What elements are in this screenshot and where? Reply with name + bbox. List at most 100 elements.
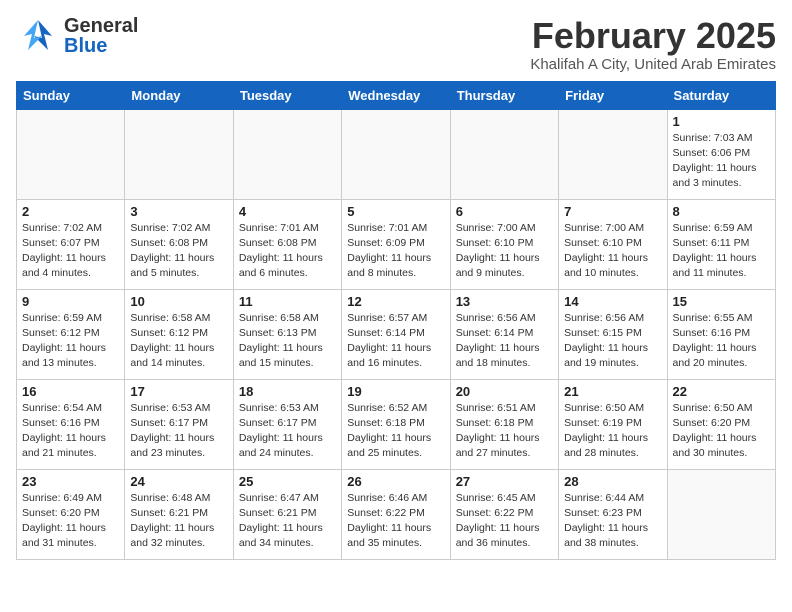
day-number: 24 bbox=[130, 474, 227, 489]
day-info: Sunrise: 7:02 AM Sunset: 6:08 PM Dayligh… bbox=[130, 221, 227, 282]
day-info: Sunrise: 6:44 AM Sunset: 6:23 PM Dayligh… bbox=[564, 491, 661, 552]
calendar-day-cell: 23 Sunrise: 6:49 AM Sunset: 6:20 PM Dayli… bbox=[17, 469, 125, 559]
day-info: Sunrise: 6:55 AM Sunset: 6:16 PM Dayligh… bbox=[673, 311, 770, 372]
weekday-header-monday: Monday bbox=[125, 81, 233, 109]
logo-blue-text: Blue bbox=[64, 36, 138, 56]
month-title: February 2025 bbox=[530, 16, 776, 56]
calendar-day-cell: 11 Sunrise: 6:58 AM Sunset: 6:13 PM Dayli… bbox=[233, 289, 341, 379]
calendar-day-cell: 8 Sunrise: 6:59 AM Sunset: 6:11 PM Daylig… bbox=[667, 199, 775, 289]
calendar-day-cell: 22 Sunrise: 6:50 AM Sunset: 6:20 PM Dayli… bbox=[667, 379, 775, 469]
calendar-day-cell: 5 Sunrise: 7:01 AM Sunset: 6:09 PM Daylig… bbox=[342, 199, 450, 289]
calendar-day-cell: 4 Sunrise: 7:01 AM Sunset: 6:08 PM Daylig… bbox=[233, 199, 341, 289]
day-info: Sunrise: 6:58 AM Sunset: 6:13 PM Dayligh… bbox=[239, 311, 336, 372]
day-info: Sunrise: 6:54 AM Sunset: 6:16 PM Dayligh… bbox=[22, 401, 119, 462]
day-info: Sunrise: 6:56 AM Sunset: 6:14 PM Dayligh… bbox=[456, 311, 553, 372]
day-number: 14 bbox=[564, 294, 661, 309]
day-info: Sunrise: 7:02 AM Sunset: 6:07 PM Dayligh… bbox=[22, 221, 119, 282]
calendar-day-cell: 25Sunrise: 6:47 AM Sunset: 6:21 PM Dayli… bbox=[233, 469, 341, 559]
day-info: Sunrise: 6:50 AM Sunset: 6:20 PM Dayligh… bbox=[673, 401, 770, 462]
day-info: Sunrise: 6:59 AM Sunset: 6:12 PM Dayligh… bbox=[22, 311, 119, 372]
logo-bird-icon bbox=[16, 16, 60, 56]
calendar-day-cell: 20Sunrise: 6:51 AM Sunset: 6:18 PM Dayli… bbox=[450, 379, 558, 469]
calendar-day-cell: 9 Sunrise: 6:59 AM Sunset: 6:12 PM Daylig… bbox=[17, 289, 125, 379]
day-number: 5 bbox=[347, 204, 444, 219]
calendar-day-cell: 27 Sunrise: 6:45 AM Sunset: 6:22 PM Dayli… bbox=[450, 469, 558, 559]
day-number: 7 bbox=[564, 204, 661, 219]
day-info: Sunrise: 7:00 AM Sunset: 6:10 PM Dayligh… bbox=[564, 221, 661, 282]
calendar-day-cell: 1Sunrise: 7:03 AM Sunset: 6:06 PM Daylig… bbox=[667, 109, 775, 199]
day-number: 11 bbox=[239, 294, 336, 309]
day-info: Sunrise: 7:01 AM Sunset: 6:08 PM Dayligh… bbox=[239, 221, 336, 282]
day-number: 9 bbox=[22, 294, 119, 309]
title-section: February 2025 Khalifah A City, United Ar… bbox=[530, 16, 776, 73]
calendar-day-cell bbox=[667, 469, 775, 559]
day-info: Sunrise: 6:46 AM Sunset: 6:22 PM Dayligh… bbox=[347, 491, 444, 552]
calendar-week-row: 9 Sunrise: 6:59 AM Sunset: 6:12 PM Daylig… bbox=[17, 289, 776, 379]
calendar-day-cell: 7 Sunrise: 7:00 AM Sunset: 6:10 PM Daylig… bbox=[559, 199, 667, 289]
day-number: 15 bbox=[673, 294, 770, 309]
calendar-day-cell: 16 Sunrise: 6:54 AM Sunset: 6:16 PM Dayli… bbox=[17, 379, 125, 469]
calendar-day-cell: 13 Sunrise: 6:56 AM Sunset: 6:14 PM Dayli… bbox=[450, 289, 558, 379]
calendar-table: SundayMondayTuesdayWednesdayThursdayFrid… bbox=[16, 81, 776, 560]
calendar-week-row: 2 Sunrise: 7:02 AM Sunset: 6:07 PM Daylig… bbox=[17, 199, 776, 289]
calendar-day-cell: 3 Sunrise: 7:02 AM Sunset: 6:08 PM Daylig… bbox=[125, 199, 233, 289]
calendar-day-cell: 28Sunrise: 6:44 AM Sunset: 6:23 PM Dayli… bbox=[559, 469, 667, 559]
calendar-day-cell bbox=[17, 109, 125, 199]
day-info: Sunrise: 6:45 AM Sunset: 6:22 PM Dayligh… bbox=[456, 491, 553, 552]
calendar-day-cell bbox=[125, 109, 233, 199]
calendar-day-cell: 15 Sunrise: 6:55 AM Sunset: 6:16 PM Dayli… bbox=[667, 289, 775, 379]
day-number: 13 bbox=[456, 294, 553, 309]
day-number: 19 bbox=[347, 384, 444, 399]
day-info: Sunrise: 6:48 AM Sunset: 6:21 PM Dayligh… bbox=[130, 491, 227, 552]
day-number: 18 bbox=[239, 384, 336, 399]
weekday-header-saturday: Saturday bbox=[667, 81, 775, 109]
calendar-day-cell: 19 Sunrise: 6:52 AM Sunset: 6:18 PM Dayli… bbox=[342, 379, 450, 469]
day-info: Sunrise: 6:57 AM Sunset: 6:14 PM Dayligh… bbox=[347, 311, 444, 372]
day-number: 16 bbox=[22, 384, 119, 399]
calendar-week-row: 16 Sunrise: 6:54 AM Sunset: 6:16 PM Dayli… bbox=[17, 379, 776, 469]
day-info: Sunrise: 7:00 AM Sunset: 6:10 PM Dayligh… bbox=[456, 221, 553, 282]
day-info: Sunrise: 6:52 AM Sunset: 6:18 PM Dayligh… bbox=[347, 401, 444, 462]
day-number: 8 bbox=[673, 204, 770, 219]
day-info: Sunrise: 6:51 AM Sunset: 6:18 PM Dayligh… bbox=[456, 401, 553, 462]
day-info: Sunrise: 6:50 AM Sunset: 6:19 PM Dayligh… bbox=[564, 401, 661, 462]
day-number: 17 bbox=[130, 384, 227, 399]
weekday-header-thursday: Thursday bbox=[450, 81, 558, 109]
logo: General Blue bbox=[16, 16, 138, 56]
calendar-day-cell bbox=[233, 109, 341, 199]
location-text: Khalifah A City, United Arab Emirates bbox=[530, 56, 776, 73]
day-number: 2 bbox=[22, 204, 119, 219]
day-number: 6 bbox=[456, 204, 553, 219]
page-header: General Blue February 2025 Khalifah A Ci… bbox=[16, 16, 776, 73]
day-info: Sunrise: 6:53 AM Sunset: 6:17 PM Dayligh… bbox=[239, 401, 336, 462]
calendar-day-cell bbox=[450, 109, 558, 199]
day-number: 3 bbox=[130, 204, 227, 219]
calendar-day-cell: 24 Sunrise: 6:48 AM Sunset: 6:21 PM Dayli… bbox=[125, 469, 233, 559]
calendar-day-cell: 6 Sunrise: 7:00 AM Sunset: 6:10 PM Daylig… bbox=[450, 199, 558, 289]
calendar-day-cell: 21Sunrise: 6:50 AM Sunset: 6:19 PM Dayli… bbox=[559, 379, 667, 469]
day-info: Sunrise: 6:49 AM Sunset: 6:20 PM Dayligh… bbox=[22, 491, 119, 552]
weekday-header-tuesday: Tuesday bbox=[233, 81, 341, 109]
calendar-header-row: SundayMondayTuesdayWednesdayThursdayFrid… bbox=[17, 81, 776, 109]
day-number: 12 bbox=[347, 294, 444, 309]
calendar-day-cell: 14Sunrise: 6:56 AM Sunset: 6:15 PM Dayli… bbox=[559, 289, 667, 379]
day-number: 10 bbox=[130, 294, 227, 309]
weekday-header-sunday: Sunday bbox=[17, 81, 125, 109]
calendar-day-cell: 17 Sunrise: 6:53 AM Sunset: 6:17 PM Dayli… bbox=[125, 379, 233, 469]
day-info: Sunrise: 6:59 AM Sunset: 6:11 PM Dayligh… bbox=[673, 221, 770, 282]
calendar-day-cell bbox=[342, 109, 450, 199]
calendar-day-cell: 2 Sunrise: 7:02 AM Sunset: 6:07 PM Daylig… bbox=[17, 199, 125, 289]
day-info: Sunrise: 6:53 AM Sunset: 6:17 PM Dayligh… bbox=[130, 401, 227, 462]
day-number: 4 bbox=[239, 204, 336, 219]
logo-general-text: General bbox=[64, 16, 138, 36]
calendar-day-cell: 18 Sunrise: 6:53 AM Sunset: 6:17 PM Dayli… bbox=[233, 379, 341, 469]
day-number: 27 bbox=[456, 474, 553, 489]
day-info: Sunrise: 7:03 AM Sunset: 6:06 PM Dayligh… bbox=[673, 131, 770, 192]
day-number: 23 bbox=[22, 474, 119, 489]
calendar-day-cell bbox=[559, 109, 667, 199]
day-number: 22 bbox=[673, 384, 770, 399]
day-info: Sunrise: 7:01 AM Sunset: 6:09 PM Dayligh… bbox=[347, 221, 444, 282]
day-number: 26 bbox=[347, 474, 444, 489]
day-number: 25 bbox=[239, 474, 336, 489]
weekday-header-friday: Friday bbox=[559, 81, 667, 109]
